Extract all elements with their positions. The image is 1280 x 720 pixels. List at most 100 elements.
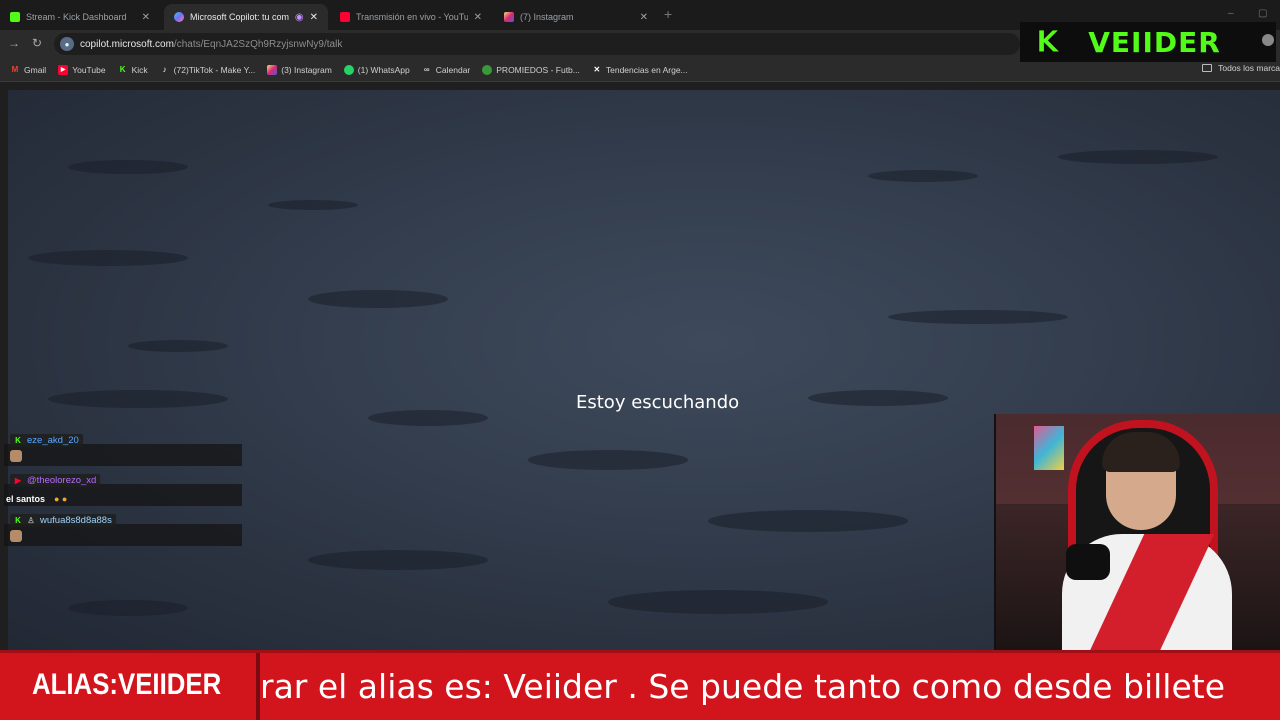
chat-username: K eze_akd_20 <box>10 434 83 447</box>
water-ripple <box>808 390 948 406</box>
tiktok-icon: ♪ <box>162 65 167 74</box>
youtube-icon <box>340 12 350 22</box>
tab-youtube-live[interactable]: Transmisión en vivo - YouTube ✕ <box>330 4 492 30</box>
stream-chat-overlay: K eze_akd_20 ▶ @theolorezo_xd el santos … <box>4 432 242 552</box>
recording-icon: ◉ <box>294 11 304 23</box>
promiedos-icon <box>482 64 493 75</box>
all-bookmarks-label: Todos los marca <box>1218 63 1280 73</box>
bookmark-label: (3) Instagram <box>281 64 332 75</box>
tab-title: Microsoft Copilot: tu compa <box>190 12 289 22</box>
address-bar[interactable]: ● copilot.microsoft.com/chats/EqnJA2SzQh… <box>54 33 1020 55</box>
water-ripple <box>268 200 358 210</box>
alias-label: ALIAS:VEIIDER <box>32 668 222 701</box>
reload-icon[interactable]: ↻ <box>32 36 42 50</box>
copilot-icon <box>174 12 184 22</box>
maximize-icon[interactable]: ▢ <box>1258 8 1267 19</box>
whatsapp-icon <box>343 64 354 75</box>
water-ripple <box>68 600 188 616</box>
wall-poster <box>1034 426 1064 470</box>
chat-username-text: @theolorezo_xd <box>27 475 97 486</box>
close-icon[interactable]: ✕ <box>640 12 648 23</box>
water-ripple <box>368 410 488 426</box>
water-ripple <box>868 170 978 182</box>
tab-copilot[interactable]: Microsoft Copilot: tu compa ◉ ✕ <box>164 4 328 30</box>
chat-message: K ♙ wufua8s8d8a88s <box>4 512 242 552</box>
kick-icon: K <box>119 65 126 74</box>
x-icon: ✕ <box>593 65 601 74</box>
youtube-icon: ▶ <box>14 476 22 485</box>
kick-icon: K <box>15 436 21 445</box>
chat-username: K ♙ wufua8s8d8a88s <box>10 514 116 527</box>
listening-status: Estoy escuchando <box>576 392 740 413</box>
bookmark-label: YouTube <box>72 64 106 75</box>
tab-kick-dashboard[interactable]: Stream - Kick Dashboard ✕ <box>0 4 160 30</box>
streamer-logo-overlay: K VEIIDER <box>1020 22 1276 62</box>
webcam-feed <box>994 414 1280 650</box>
calendar-icon: ∞ <box>423 65 430 74</box>
tab-title: Stream - Kick Dashboard <box>26 12 127 22</box>
chat-message: K eze_akd_20 <box>4 432 242 472</box>
water-ripple <box>608 590 828 614</box>
close-icon[interactable]: ✕ <box>474 12 482 23</box>
water-ripple <box>128 340 228 352</box>
water-ripple <box>308 290 448 308</box>
ticker-scroll-text: rar el alias es: Veiider . Se puede tant… <box>260 667 1225 706</box>
kick-icon <box>10 12 20 22</box>
site-info-icon[interactable]: ● <box>60 37 74 51</box>
donation-ticker: ALIAS:VEIIDER rar el alias es: Veiider .… <box>0 650 1280 720</box>
url-path: /chats/EqnJA2SzQh9RzyjsnwNy9/talk <box>173 38 343 50</box>
water-ripple <box>68 160 188 174</box>
bookmark-label: (1) WhatsApp <box>357 64 410 75</box>
instagram-icon <box>504 12 514 22</box>
water-ripple <box>48 390 228 408</box>
chat-emote <box>10 530 22 542</box>
chat-username: ▶ @theolorezo_xd <box>10 474 101 487</box>
water-ripple <box>528 450 688 470</box>
tab-title: Transmisión en vivo - YouTube <box>356 12 468 22</box>
bookmark-tiktok[interactable]: ♪ (72)TikTok - Make Y... <box>160 65 256 75</box>
bookmark-youtube[interactable]: ▶ YouTube <box>58 64 106 75</box>
bookmark-label: Calendar <box>435 64 471 75</box>
fire-emoji-icon: ● ● <box>54 494 68 504</box>
bookmark-x-trends[interactable]: ✕ Tendencias en Arge... <box>592 65 688 75</box>
chat-message-background <box>4 444 242 466</box>
forward-icon[interactable]: → <box>8 36 20 50</box>
bookmark-instagram[interactable]: (3) Instagram <box>267 64 332 75</box>
chat-message: ▶ @theolorezo_xd el santos ● ● <box>4 472 242 512</box>
water-ripple <box>888 310 1068 324</box>
kick-logo-letter: K <box>1035 24 1061 60</box>
url-host: copilot.microsoft.com <box>80 38 174 50</box>
extension-icon[interactable] <box>1262 34 1274 46</box>
water-ripple <box>708 510 908 532</box>
bookmark-promiedos[interactable]: PROMIEDOS - Futb... <box>482 64 580 75</box>
bookmark-label: PROMIEDOS - Futb... <box>496 64 580 75</box>
streamer-name: VEIIDER <box>1088 25 1221 59</box>
bookmark-label: (72)TikTok - Make Y... <box>173 64 256 75</box>
all-bookmarks-folder[interactable]: Todos los marca <box>1202 63 1280 73</box>
bookmark-calendar[interactable]: ∞ Calendar <box>422 64 471 75</box>
chat-username-text: eze_akd_20 <box>27 435 79 446</box>
bookmark-label: Gmail <box>24 64 47 75</box>
chat-message-background <box>4 524 242 546</box>
badge-icon: ♙ <box>27 516 35 525</box>
water-ripple <box>1058 150 1218 164</box>
folder-icon <box>1202 64 1213 72</box>
bookmark-label: Tendencias en Arge... <box>605 64 688 75</box>
kick-icon: K <box>15 516 21 525</box>
microphone <box>1066 544 1110 580</box>
bookmark-label: Kick <box>131 64 148 75</box>
close-icon[interactable]: ✕ <box>142 12 150 23</box>
chat-emote <box>10 450 22 462</box>
close-icon[interactable]: ✕ <box>310 12 318 23</box>
bookmark-gmail[interactable]: M Gmail <box>10 64 47 75</box>
water-ripple <box>28 250 188 266</box>
chat-username-text: wufua8s8d8a88s <box>40 515 112 526</box>
tab-title: (7) Instagram <box>520 12 574 22</box>
bookmark-whatsapp[interactable]: (1) WhatsApp <box>343 64 410 75</box>
minimize-icon[interactable]: – <box>1228 8 1234 19</box>
new-tab-button[interactable]: + <box>664 6 672 22</box>
tab-instagram[interactable]: (7) Instagram ✕ <box>494 4 658 30</box>
youtube-icon: ▶ <box>58 64 69 75</box>
bookmark-kick[interactable]: K Kick <box>118 65 148 75</box>
chat-message-text: el santos <box>6 494 46 504</box>
